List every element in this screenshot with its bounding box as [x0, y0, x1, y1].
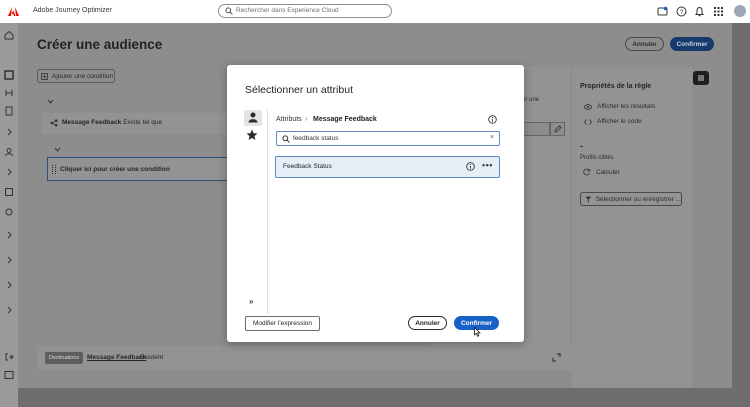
chevron-down-icon[interactable] [47, 99, 54, 104]
drag-handle-icon[interactable] [52, 165, 56, 174]
breadcrumb-separator: › [305, 116, 308, 123]
select-attribute-dialog [227, 65, 524, 342]
calculate-button[interactable]: Calculer [583, 168, 620, 176]
adobe-logo-icon[interactable] [8, 6, 19, 17]
favorites-tab[interactable] [246, 129, 258, 141]
avatar[interactable] [734, 5, 746, 17]
rule-properties-panel [572, 67, 692, 387]
chevron-right-icon[interactable] [4, 305, 14, 315]
more-options-icon[interactable]: ••• [482, 160, 493, 170]
expand-sidebar-button[interactable]: » [249, 297, 253, 306]
cancel-button[interactable]: Annuler [408, 316, 447, 330]
search-icon [282, 135, 290, 143]
profiles-icon[interactable] [4, 147, 14, 157]
select-or-save-button[interactable]: Sélectionner ou enregistrer ... [580, 192, 682, 206]
target-profiles-label: Profils ciblés [580, 155, 614, 161]
show-code-link[interactable]: Afficher le code [584, 118, 642, 125]
destination-status: Existent [140, 354, 164, 361]
settings-icon[interactable] [4, 207, 14, 217]
signout-icon[interactable] [4, 352, 14, 362]
add-condition-button[interactable]: Ajouter une condition [37, 69, 115, 83]
properties-icon [697, 74, 705, 82]
attribute-result-label: Feedback Status [283, 163, 332, 170]
search-icon [225, 7, 233, 15]
share-icon [50, 119, 58, 127]
eye-icon [584, 103, 592, 110]
calculate-label: Calculer [596, 168, 620, 176]
attributes-tab[interactable] [244, 110, 262, 126]
clear-search-icon[interactable]: × [490, 134, 494, 141]
audiences-icon[interactable] [4, 70, 14, 80]
drop-zone-label: Cliquer ici pour créer une condition [60, 166, 170, 173]
cancel-button-header[interactable]: Annuler [625, 37, 664, 51]
sidebar-toggle-icon[interactable] [4, 370, 14, 380]
condition-row[interactable]: Message Feedback Existe tel que [42, 113, 230, 134]
app-title[interactable]: Adobe Journey Optimizer [33, 7, 112, 14]
filter-icon [585, 196, 592, 202]
details-text: er une [522, 97, 540, 103]
apps-grid-icon[interactable] [713, 6, 724, 17]
data-icon[interactable] [4, 187, 14, 197]
edit-expression-button[interactable]: Modifier l'expression [245, 316, 320, 331]
notification-icon[interactable] [657, 6, 668, 17]
person-icon [248, 112, 258, 123]
rule-properties-title: Propriétés de la règle [580, 83, 652, 90]
chevron-right-icon[interactable] [4, 255, 14, 265]
chevron-right-icon[interactable] [4, 230, 14, 240]
plus-icon [41, 72, 48, 80]
show-results-label: Afficher les résultats [597, 103, 656, 110]
chevron-right-icon[interactable] [4, 167, 14, 177]
code-icon [584, 118, 592, 125]
page-title: Créer une audience [37, 37, 163, 52]
show-code-label: Afficher le code [597, 118, 642, 125]
target-profiles-count: - [580, 141, 583, 151]
dialog-side-divider [267, 109, 268, 314]
destination-link[interactable]: Message Feedback [87, 354, 146, 361]
search-placeholder: Rechercher dans Experience Cloud [236, 7, 339, 14]
search-value: feedback status [293, 135, 339, 142]
destinations-badge: Destinations [45, 352, 83, 364]
cursor-icon [474, 327, 481, 337]
properties-panel-toggle-button[interactable] [693, 71, 709, 85]
attribute-search-input[interactable]: feedback status × [276, 131, 500, 146]
refresh-icon [583, 168, 590, 176]
condition-name: Message Feedback [62, 119, 122, 126]
content-icon[interactable] [4, 106, 14, 116]
bell-icon[interactable] [694, 6, 705, 17]
svg-text:?: ? [680, 9, 684, 16]
info-icon[interactable] [488, 115, 497, 124]
journey-icon[interactable] [4, 88, 14, 98]
attribute-field[interactable] [520, 122, 550, 136]
attribute-result-row[interactable]: Feedback Status ••• [275, 156, 500, 178]
confirm-button-header[interactable]: Confirmer [670, 37, 714, 51]
condition-operator: Existe tel que [123, 119, 163, 126]
edit-attribute-button[interactable] [550, 122, 565, 136]
help-icon[interactable]: ? [676, 6, 687, 17]
dialog-title: Sélectionner un attribut [245, 84, 353, 96]
breadcrumb-root[interactable]: Attributs [276, 116, 302, 123]
info-icon[interactable] [466, 162, 475, 171]
resize-icon[interactable] [552, 353, 561, 362]
drop-zone[interactable]: Cliquer ici pour créer une condition [47, 157, 230, 181]
star-icon [246, 129, 258, 141]
chevron-right-icon[interactable] [4, 280, 14, 290]
global-search-input[interactable]: Rechercher dans Experience Cloud [218, 4, 392, 18]
home-icon[interactable] [4, 30, 14, 40]
chevron-right-icon[interactable] [4, 127, 14, 137]
add-condition-label: Ajouter une condition [52, 72, 114, 80]
show-results-link[interactable]: Afficher les résultats [584, 103, 655, 110]
select-or-save-label: Sélectionner ou enregistrer ... [595, 195, 681, 203]
chevron-down-icon[interactable] [54, 147, 61, 152]
edit-icon [554, 125, 562, 133]
breadcrumb-current: Message Feedback [313, 116, 377, 123]
